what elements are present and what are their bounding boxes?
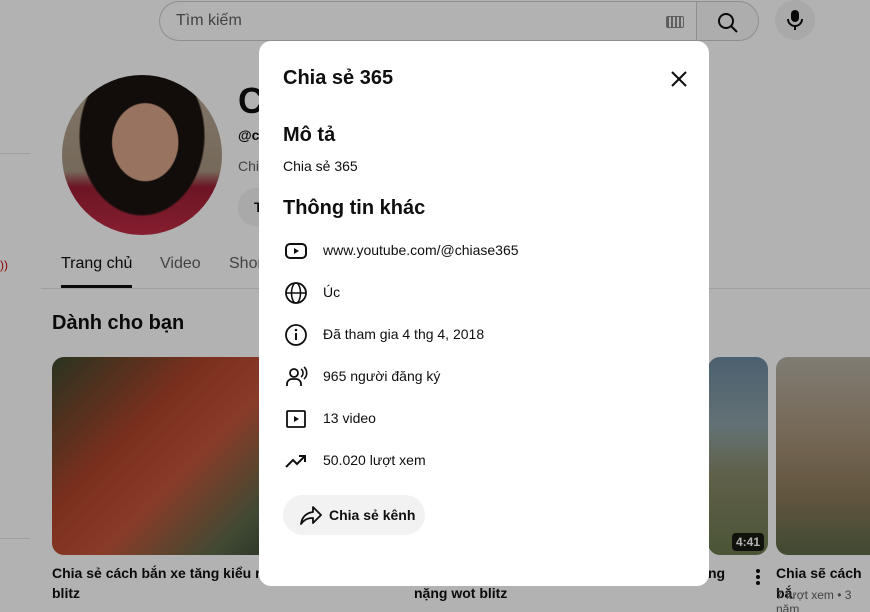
- info-row-country: Úc: [283, 280, 683, 306]
- video-count: 13 video: [323, 410, 376, 426]
- description-heading: Mô tả: [283, 124, 336, 146]
- close-icon: [671, 71, 687, 87]
- subscribers-icon: [283, 364, 309, 390]
- view-count: 50.020 lượt xem: [323, 452, 426, 468]
- channel-about-dialog: Chia sẻ 365 Mô tả Chia sẻ 365 Thông tin …: [259, 41, 709, 586]
- trending-up-icon: [283, 448, 309, 474]
- more-info-heading: Thông tin khác: [283, 197, 426, 219]
- joined-date: Đã tham gia 4 thg 4, 2018: [323, 326, 485, 342]
- country-text: Úc: [323, 284, 341, 300]
- subscriber-count: 965 người đăng ký: [323, 368, 441, 384]
- channel-url[interactable]: www.youtube.com/@chiase365: [323, 242, 519, 258]
- info-row-views: 50.020 lượt xem: [283, 448, 683, 474]
- share-channel-label: Chia sẻ kênh: [329, 507, 416, 523]
- dialog-title: Chia sẻ 365: [283, 67, 394, 89]
- close-button[interactable]: [663, 63, 695, 95]
- share-channel-button[interactable]: Chia sẻ kênh: [283, 495, 425, 535]
- globe-icon: [283, 280, 309, 306]
- info-row-joined: Đã tham gia 4 thg 4, 2018: [283, 322, 683, 348]
- info-row-videos: 13 video: [283, 406, 683, 432]
- video-icon: [283, 406, 309, 432]
- info-icon: [283, 322, 309, 348]
- info-row-url: www.youtube.com/@chiase365: [283, 238, 683, 264]
- description-text: Chia sẻ 365: [283, 158, 358, 174]
- youtube-link-icon: [283, 238, 309, 264]
- share-icon: [300, 506, 322, 525]
- info-row-subscribers: 965 người đăng ký: [283, 364, 683, 390]
